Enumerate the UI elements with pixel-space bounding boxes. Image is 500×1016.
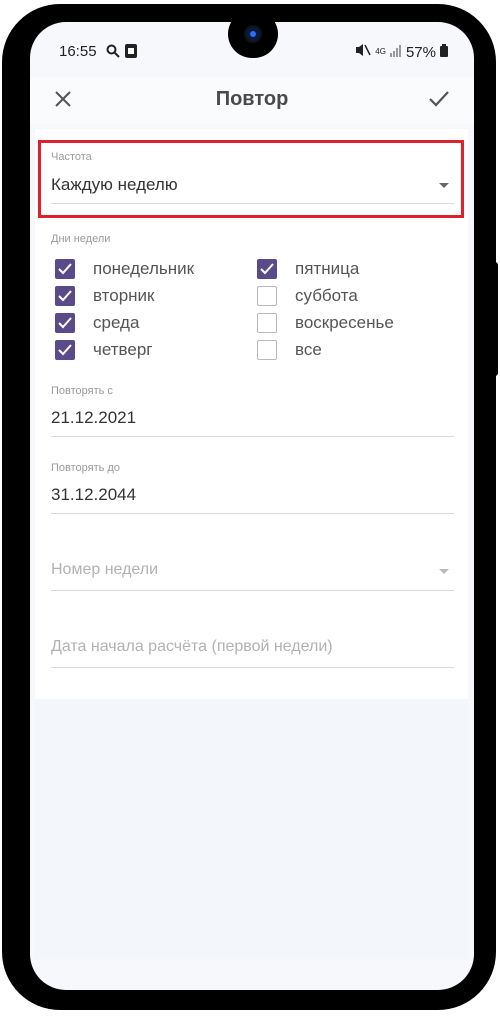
repeat-until-label: Повторять до (51, 462, 120, 474)
checkbox-checked-icon (257, 259, 277, 279)
checkbox-all[interactable]: все (257, 340, 322, 360)
checkbox-thursday[interactable]: четверг (55, 340, 152, 360)
checkbox-unchecked-icon (257, 313, 277, 333)
checkbox-label: вторник (93, 286, 155, 305)
repeat-until-underline (51, 513, 454, 514)
checkbox-label: среда (93, 313, 140, 332)
checkbox-label: пятница (295, 259, 360, 278)
battery-level: 57% (405, 43, 436, 61)
highlight-box (38, 140, 464, 218)
checkbox-saturday[interactable]: суббота (257, 286, 358, 306)
repeat-from-label: Повторять с (51, 385, 113, 397)
page-title: Повтор (215, 88, 289, 110)
notification-icon (125, 44, 137, 63)
checkbox-tuesday[interactable]: вторник (55, 286, 154, 306)
battery-icon (440, 43, 448, 61)
checkbox-sunday[interactable]: воскресенье (257, 313, 394, 333)
checkbox-label: четверг (93, 340, 153, 359)
checkbox-checked-icon (55, 286, 75, 306)
mute-icon (355, 43, 371, 61)
confirm-button[interactable] (422, 84, 456, 118)
repeat-from-value: 21.12.2021 (51, 408, 137, 427)
checkbox-monday[interactable]: понедельник (55, 259, 194, 279)
chevron-down-icon (439, 569, 449, 574)
signal-icon (389, 44, 402, 61)
network-type: 4G (375, 47, 386, 56)
weekdays-label: Дни недели (51, 233, 111, 245)
side-button-left-lower (6, 320, 12, 400)
status-time: 16:55 (59, 43, 97, 60)
week-number-placeholder: Номер недели (51, 561, 159, 578)
checkbox-label: воскресенье (295, 313, 394, 332)
checkbox-unchecked-icon (257, 286, 277, 306)
checkbox-wednesday[interactable]: среда (55, 313, 139, 333)
status-right: 4G 57% (355, 43, 448, 61)
checkbox-unchecked-icon (257, 340, 277, 360)
repeat-from-underline (51, 436, 454, 437)
calc-start-date-placeholder: Дата начала расчёта (первой недели) (51, 638, 333, 655)
check-icon (428, 90, 450, 113)
checkbox-label: суббота (295, 286, 358, 305)
checkbox-checked-icon (55, 259, 75, 279)
empty-area (35, 699, 468, 959)
camera-dot (250, 31, 256, 37)
checkbox-friday[interactable]: пятница (257, 259, 359, 279)
checkbox-label: понедельник (93, 259, 195, 278)
checkbox-label: все (295, 340, 322, 359)
calc-start-date-underline (51, 667, 454, 668)
side-button-left-upper (6, 226, 12, 306)
week-number-underline (51, 590, 454, 591)
side-button-right (491, 262, 498, 376)
app-bar: Повтор (30, 78, 474, 124)
checkbox-checked-icon (55, 340, 75, 360)
checkbox-checked-icon (55, 313, 75, 333)
repeat-until-value: 31.12.2044 (51, 485, 137, 504)
search-icon (106, 44, 120, 63)
